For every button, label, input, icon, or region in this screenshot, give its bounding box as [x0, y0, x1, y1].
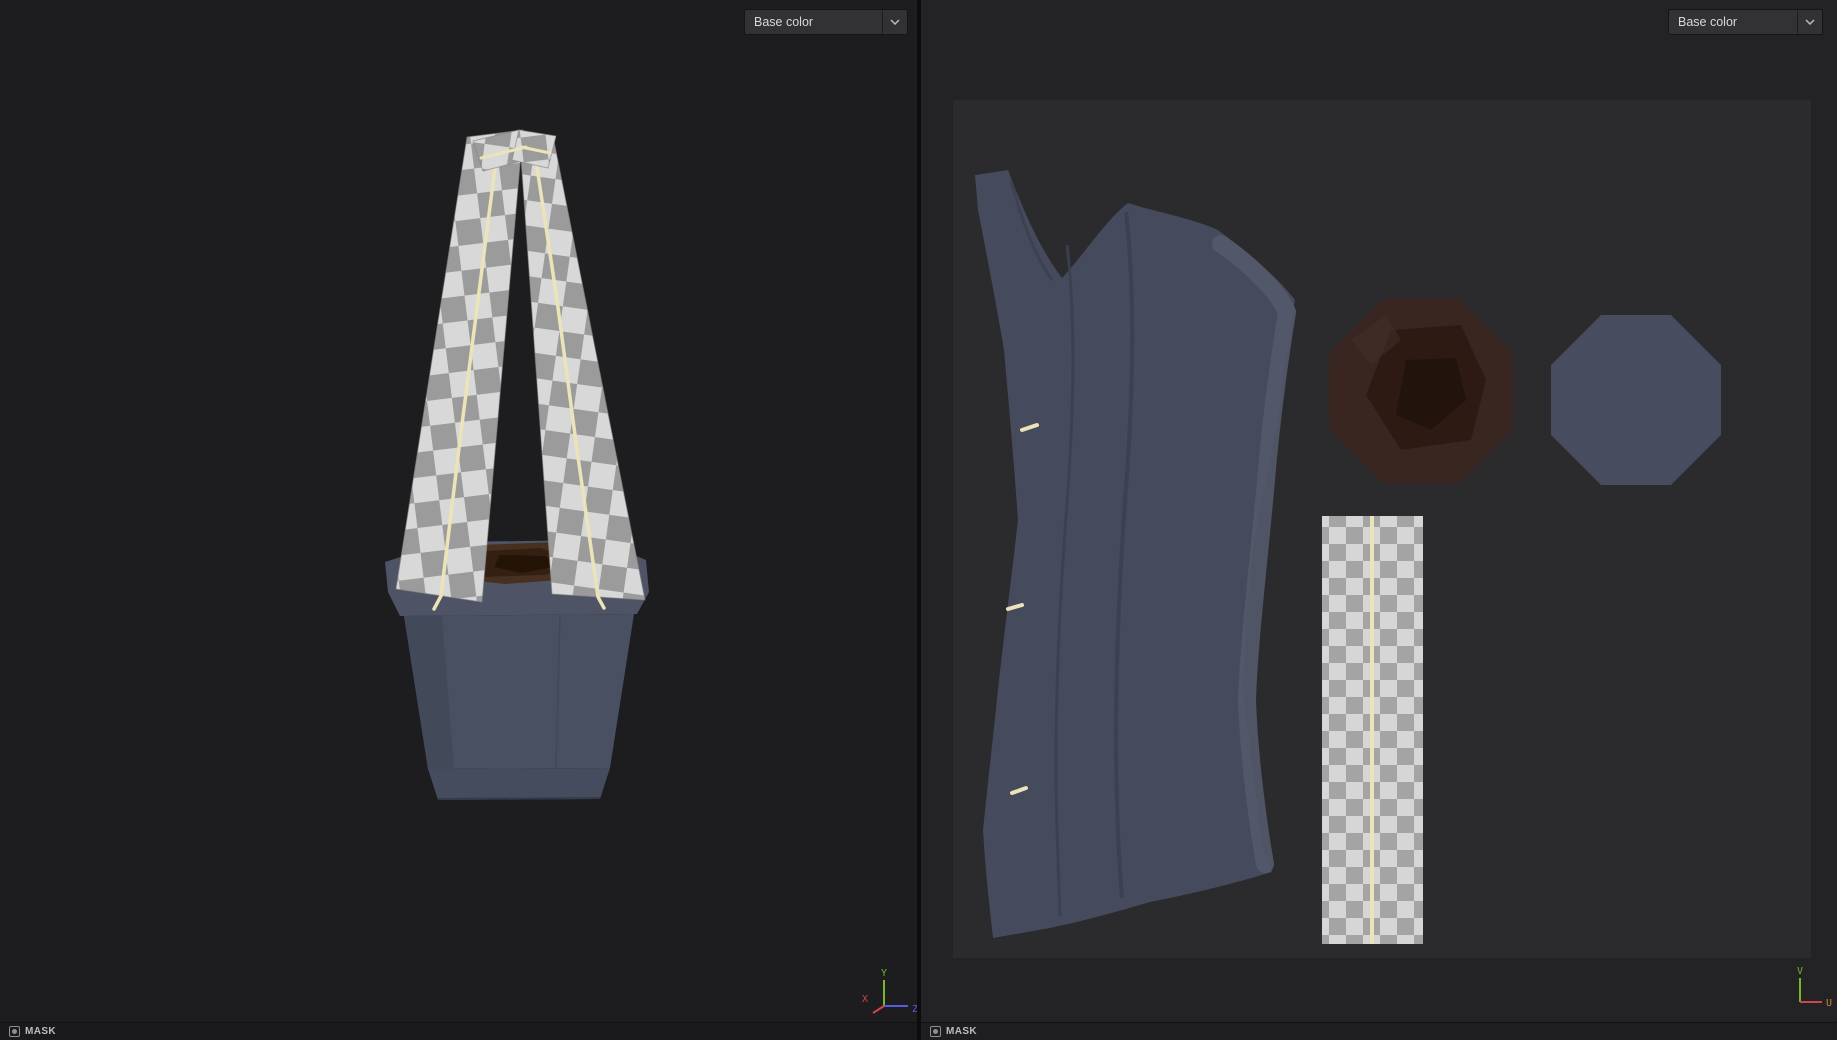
app-window: Y X Z Base color MASK V U Base color MAS… — [0, 0, 1837, 1040]
viewport-uv-canvas[interactable]: V U — [921, 0, 1837, 1023]
channel-dropdown-3d[interactable]: Base color — [744, 9, 908, 35]
channel-dropdown-value: Base color — [754, 15, 814, 29]
viewport-3d-panel: Y X Z Base color MASK — [0, 0, 917, 1040]
mask-icon — [9, 1026, 20, 1037]
axis-u-label: U — [1826, 998, 1832, 1009]
strap-left-band — [395, 129, 524, 603]
viewport-uv-panel: V U Base color MASK — [921, 0, 1837, 1040]
uv-pot-side-shape — [975, 170, 1295, 938]
chevron-down-icon — [882, 10, 907, 34]
axis-gizmo-uv: V U — [1797, 966, 1832, 1009]
mask-indicator: MASK — [9, 1026, 56, 1037]
axis-x-label: X — [862, 994, 868, 1005]
pot-base-edge — [437, 797, 601, 800]
uv-island-soil — [1329, 299, 1513, 483]
strap-left — [395, 129, 524, 611]
channel-dropdown-value: Base color — [1678, 15, 1738, 29]
viewport-3d-footer: MASK — [0, 1022, 917, 1040]
mask-label: MASK — [25, 1026, 57, 1037]
axis-y-label: Y — [881, 968, 887, 979]
axis-v-label: V — [1797, 966, 1803, 977]
channel-dropdown-uv[interactable]: Base color — [1668, 9, 1823, 35]
uv-island-pot-side — [975, 170, 1297, 938]
viewport-3d-canvas[interactable]: Y X Z — [0, 0, 917, 1023]
pot-base — [428, 768, 610, 800]
chevron-down-icon — [1797, 10, 1822, 34]
mask-label: MASK — [946, 1026, 978, 1037]
mask-icon — [930, 1026, 941, 1037]
axis-gizmo-3d: Y X Z — [862, 968, 917, 1015]
viewport-uv-footer: MASK — [921, 1022, 1837, 1040]
axis-x-line — [872, 1005, 885, 1014]
mask-indicator: MASK — [930, 1026, 977, 1037]
strap-right-band — [518, 129, 646, 601]
uv-island-strap — [1322, 516, 1423, 944]
strap-right — [518, 129, 646, 610]
uv-island-pot-bottom — [1551, 315, 1721, 485]
